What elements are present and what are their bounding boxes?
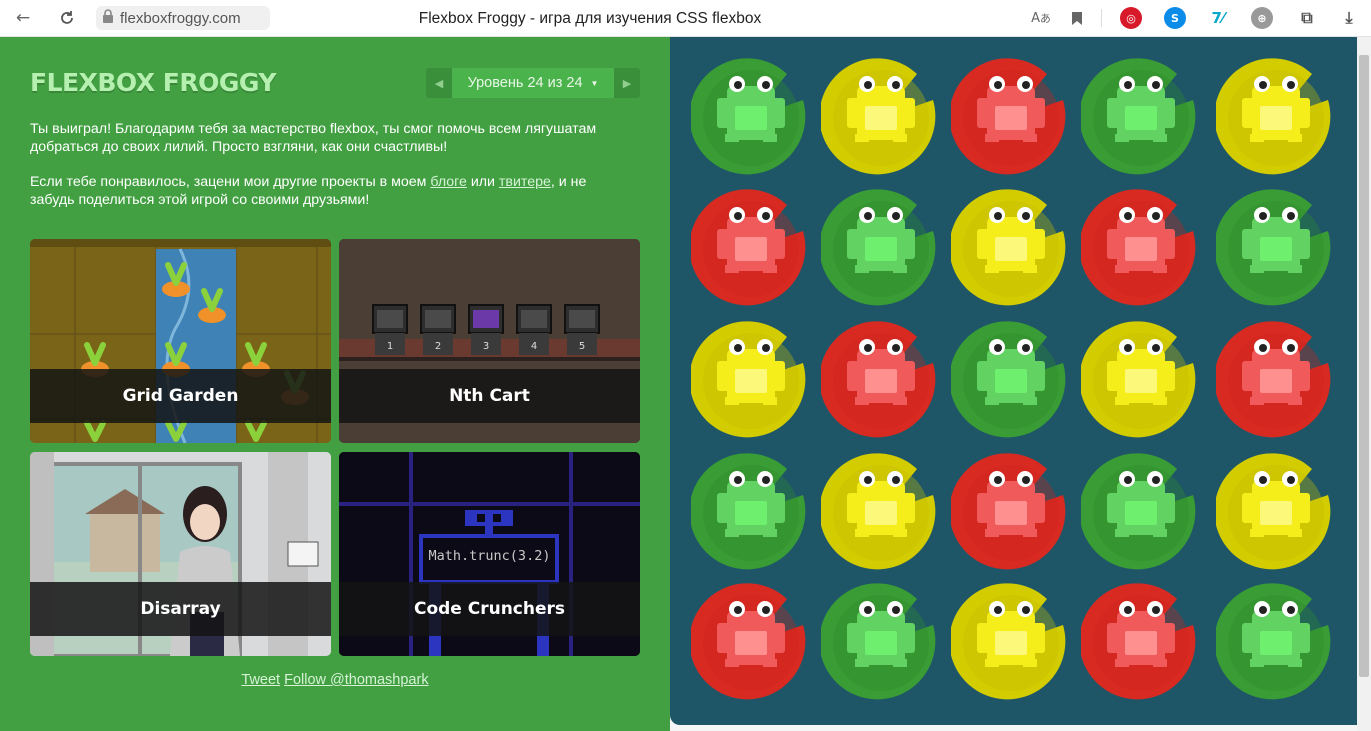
projects-message: Если тебе понравилось, зацени мои другие… bbox=[30, 174, 587, 208]
level-dropdown[interactable]: Уровень 24 из 24 ▼ bbox=[452, 68, 614, 98]
tweet-link[interactable]: Tweet bbox=[241, 672, 280, 688]
nth-cart-card[interactable]: 1 2 3 4 5 Nth Cart bbox=[339, 239, 640, 443]
browser-toolbar: ← flexboxfroggy.com Flexbox Froggy - игр… bbox=[0, 0, 1371, 37]
cart-number: 4 bbox=[531, 341, 537, 352]
green-frog-on-lily-pad bbox=[1214, 189, 1336, 309]
cart-number: 1 bbox=[387, 341, 393, 352]
reload-icon[interactable] bbox=[56, 7, 78, 29]
green-frog-on-lily-pad bbox=[819, 189, 941, 309]
yellow-frog-on-lily-pad bbox=[1214, 58, 1336, 178]
cart-window bbox=[569, 310, 595, 328]
globe-ext-icon[interactable]: ⊕ bbox=[1251, 7, 1273, 29]
cart-window bbox=[425, 310, 451, 328]
cart-window bbox=[377, 310, 403, 328]
collections-icon[interactable]: ⧉ bbox=[1296, 7, 1318, 29]
scrollbar-thumb[interactable] bbox=[1359, 55, 1369, 677]
prev-level-button[interactable]: ◀ bbox=[426, 68, 452, 98]
red-frog-on-lily-pad bbox=[949, 58, 1071, 178]
next-level-button[interactable]: ▶ bbox=[614, 68, 640, 98]
code-crunchers-title: Code Crunchers bbox=[339, 582, 640, 636]
download-icon[interactable]: ⤓ bbox=[1338, 7, 1360, 29]
address-bar[interactable]: flexboxfroggy.com bbox=[96, 6, 270, 30]
win-message: Ты выиграл! Благодарим тебя за мастерств… bbox=[30, 121, 597, 155]
url-text: flexboxfroggy.com bbox=[120, 9, 241, 27]
bookmark-icon[interactable] bbox=[1066, 7, 1088, 29]
opera-ext-icon[interactable]: ◎ bbox=[1120, 7, 1142, 29]
green-frog-on-lily-pad bbox=[689, 453, 811, 573]
red-frog-on-lily-pad bbox=[819, 321, 941, 441]
cart-number: 3 bbox=[483, 341, 489, 352]
yellow-frog-on-lily-pad bbox=[949, 583, 1071, 703]
yellow-frog-on-lily-pad bbox=[819, 58, 941, 178]
social-links: Tweet Follow @thomashpark bbox=[0, 672, 670, 688]
shazam-ext-icon[interactable]: S bbox=[1164, 7, 1186, 29]
blog-link[interactable]: блоге bbox=[430, 174, 467, 190]
gem-cargo bbox=[473, 310, 499, 328]
lock-icon bbox=[102, 9, 114, 27]
grid-garden-title: Grid Garden bbox=[30, 369, 331, 423]
red-frog-on-lily-pad bbox=[1214, 321, 1336, 441]
yellow-frog-on-lily-pad bbox=[1079, 321, 1201, 441]
back-icon[interactable]: ← bbox=[12, 7, 34, 29]
red-frog-on-lily-pad bbox=[1079, 583, 1201, 703]
disarray-card[interactable]: Disarray bbox=[30, 452, 331, 656]
green-frog-on-lily-pad bbox=[1079, 453, 1201, 573]
code-snippet: Math.trunc(3.2) bbox=[428, 548, 551, 564]
yellow-frog-on-lily-pad bbox=[949, 189, 1071, 309]
disarray-title: Disarray bbox=[30, 582, 331, 636]
green-frog-on-lily-pad bbox=[819, 583, 941, 703]
code-crunchers-card[interactable]: Math.trunc(3.2) Code Crunchers bbox=[339, 452, 640, 656]
follow-link[interactable]: Follow @thomashpark bbox=[284, 672, 428, 688]
seven-ext-icon[interactable]: 7⁄ bbox=[1207, 7, 1229, 29]
red-frog-on-lily-pad bbox=[689, 189, 811, 309]
nth-cart-title: Nth Cart bbox=[339, 369, 640, 423]
game-logo: FLEXBOX FROGGY bbox=[30, 68, 276, 97]
green-frog-on-lily-pad bbox=[949, 321, 1071, 441]
green-frog-on-lily-pad bbox=[1079, 58, 1201, 178]
translate-icon[interactable]: Aあ bbox=[1030, 7, 1052, 29]
red-frog-on-lily-pad bbox=[949, 453, 1071, 573]
yellow-frog-on-lily-pad bbox=[819, 453, 941, 573]
chevron-down-icon: ▼ bbox=[590, 78, 599, 88]
red-frog-on-lily-pad bbox=[1079, 189, 1201, 309]
cart-number: 2 bbox=[435, 341, 441, 352]
cart-number: 5 bbox=[579, 341, 585, 352]
green-frog-on-lily-pad bbox=[689, 58, 811, 178]
level-label: Уровень 24 из 24 bbox=[467, 75, 583, 91]
page-title: Flexbox Froggy - игра для изучения CSS f… bbox=[418, 10, 762, 27]
green-frog-on-lily-pad bbox=[1214, 583, 1336, 703]
grid-garden-card[interactable]: Grid Garden bbox=[30, 239, 331, 443]
cart-window bbox=[521, 310, 547, 328]
yellow-frog-on-lily-pad bbox=[689, 321, 811, 441]
yellow-frog-on-lily-pad bbox=[1214, 453, 1336, 573]
twitter-link[interactable]: твитере bbox=[499, 174, 551, 190]
red-frog-on-lily-pad bbox=[689, 583, 811, 703]
level-selector[interactable]: ◀ Уровень 24 из 24 ▼ ▶ bbox=[426, 68, 640, 98]
scrollbar[interactable] bbox=[1357, 37, 1371, 731]
